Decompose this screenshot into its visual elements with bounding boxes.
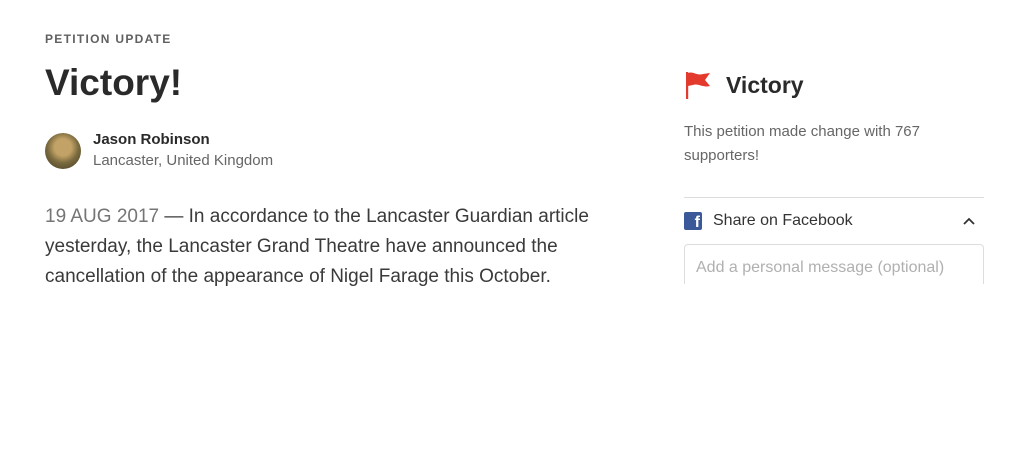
- victory-description: This petition made change with 767 suppo…: [684, 123, 920, 164]
- share-facebook-label: Share on Facebook: [713, 212, 853, 229]
- share-facebook-toggle[interactable]: f Share on Facebook: [684, 198, 984, 244]
- avatar[interactable]: [45, 132, 81, 169]
- update-body: 19 AUG 2017 — In accordance to the Lanca…: [45, 202, 625, 292]
- facebook-icon: f: [684, 212, 702, 231]
- eyebrow-label: PETITION UPDATE: [45, 32, 172, 46]
- victory-title: Victory: [726, 71, 804, 98]
- update-date: 19 AUG 2017: [45, 205, 160, 227]
- date-separator: —: [159, 205, 189, 227]
- author-block: Jason Robinson Lancaster, United Kingdom: [45, 130, 645, 172]
- author-location: Lancaster, United Kingdom: [93, 151, 274, 169]
- author-name[interactable]: Jason Robinson: [93, 130, 273, 150]
- flag-icon: [686, 72, 710, 99]
- victory-header: Victory: [684, 70, 984, 100]
- page-title: Victory!: [45, 62, 183, 103]
- chevron-up-icon[interactable]: [962, 213, 976, 229]
- petition-update: PETITION UPDATE Victory! Jason Robinson …: [45, 30, 645, 292]
- victory-sidebar: Victory This petition made change with 7…: [684, 70, 984, 284]
- personal-message-input[interactable]: [684, 244, 984, 284]
